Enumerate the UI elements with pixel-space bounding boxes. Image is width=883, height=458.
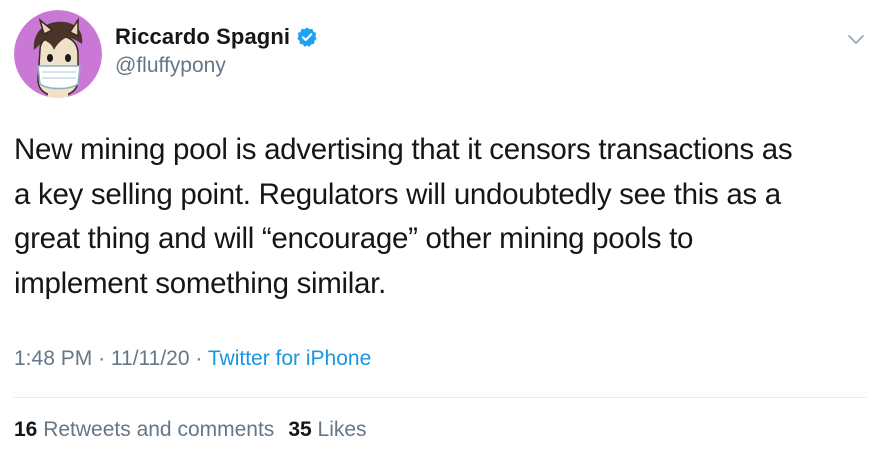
tweet-stats: 16 Retweets and comments 35 Likes xyxy=(14,418,367,442)
likes-label: Likes xyxy=(317,418,367,441)
retweets-label: Retweets and comments xyxy=(43,418,275,441)
divider xyxy=(14,397,866,398)
tweet-text-line: great thing and will “encourage” other m… xyxy=(14,222,694,255)
retweets-stat[interactable]: 16 Retweets and comments xyxy=(14,418,274,441)
author-handle[interactable]: @fluffypony xyxy=(115,54,226,78)
author-display-name[interactable]: Riccardo Spagni xyxy=(115,24,290,50)
tweet-text-line: implement something similar. xyxy=(14,266,386,300)
tweet-date[interactable]: 11/11/20 xyxy=(111,347,190,370)
meta-separator: · xyxy=(195,347,203,370)
pony-avatar-image xyxy=(14,10,102,98)
tweet-meta: 1:48 PM · 11/11/20 · Twitter for iPhone xyxy=(14,347,371,371)
verified-badge-icon xyxy=(296,26,318,48)
tweet-card: Riccardo Spagni @fluffypony New mining p… xyxy=(0,0,883,458)
likes-count: 35 xyxy=(288,418,312,441)
retweets-count: 16 xyxy=(14,418,38,441)
likes-stat[interactable]: 35 Likes xyxy=(288,418,366,441)
tweet-time[interactable]: 1:48 PM xyxy=(14,347,92,370)
meta-separator: · xyxy=(98,347,106,370)
tweet-text-line: a key selling point. Regulators will und… xyxy=(14,177,781,211)
author-name-row[interactable]: Riccardo Spagni xyxy=(115,22,318,52)
chevron-down-icon[interactable] xyxy=(845,28,867,50)
avatar[interactable] xyxy=(14,10,102,98)
tweet-text: New mining pool is advertising that it c… xyxy=(14,128,874,306)
tweet-source-link[interactable]: Twitter for iPhone xyxy=(208,347,371,370)
tweet-text-line: New mining pool is advertising that it c… xyxy=(14,133,793,166)
